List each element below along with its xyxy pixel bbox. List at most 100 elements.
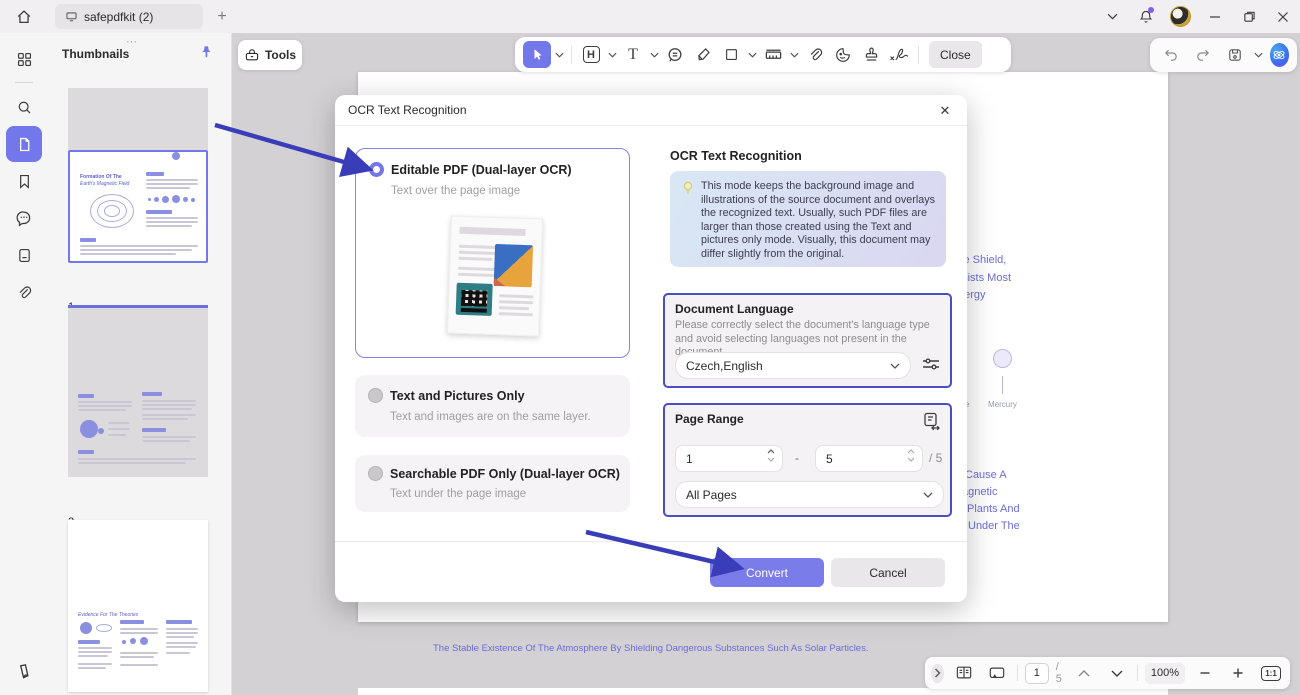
presentation-mode-button[interactable] bbox=[984, 660, 1010, 687]
zoom-in-button[interactable] bbox=[1225, 660, 1251, 687]
cursor-icon bbox=[530, 47, 545, 62]
convert-button[interactable]: Convert bbox=[710, 558, 824, 587]
zoom-out-button[interactable] bbox=[1192, 660, 1218, 687]
page-mode-select[interactable]: All Pages bbox=[675, 481, 944, 508]
page-to-input[interactable] bbox=[826, 446, 896, 471]
heading-tool-chevron[interactable] bbox=[606, 52, 618, 58]
text-tool-chevron[interactable] bbox=[648, 52, 660, 58]
signature-tool-button[interactable] bbox=[886, 41, 912, 68]
select-tool-button[interactable] bbox=[523, 41, 551, 68]
rail-item-comments[interactable] bbox=[6, 200, 42, 236]
option-text-pictures-only[interactable]: Text and Pictures Only Text and images a… bbox=[355, 375, 630, 437]
view-statusbar: / 5 100% 1:1 bbox=[925, 657, 1290, 689]
new-tab-button[interactable]: + bbox=[210, 4, 234, 29]
thumbnail-placeholder[interactable] bbox=[68, 88, 208, 150]
paperclip-icon bbox=[16, 284, 33, 301]
measure-tool-chevron[interactable] bbox=[788, 52, 800, 58]
notifications-button[interactable] bbox=[1129, 0, 1163, 33]
next-page-button[interactable] bbox=[1104, 660, 1130, 687]
minimize-button[interactable] bbox=[1198, 0, 1232, 33]
rail-item-bookmarks[interactable] bbox=[6, 163, 42, 199]
chevron-down-icon bbox=[890, 363, 900, 369]
language-select[interactable]: Czech,English bbox=[675, 352, 911, 379]
close-toolbar-button[interactable]: Close bbox=[929, 41, 982, 68]
option-searchable-pdf[interactable]: Searchable PDF Only (Dual-layer OCR) Tex… bbox=[355, 455, 630, 512]
stamp-tool-button[interactable] bbox=[858, 41, 884, 68]
tools-button[interactable]: Tools bbox=[238, 40, 302, 70]
panel-title: Thumbnails bbox=[62, 47, 129, 61]
rail-item-attachments[interactable] bbox=[6, 274, 42, 310]
comment-tool-button[interactable] bbox=[662, 41, 688, 68]
page-from-input[interactable] bbox=[686, 446, 756, 471]
page-total: / 5 bbox=[929, 451, 942, 465]
thumbnail-page-3[interactable]: Evidence For The Theories bbox=[68, 520, 208, 692]
thumbnail-page-2[interactable] bbox=[68, 305, 208, 477]
thumb1-title-line1: Formation Of The bbox=[80, 174, 122, 180]
current-page-input[interactable] bbox=[1025, 663, 1049, 684]
bookmark-icon bbox=[16, 173, 33, 190]
reading-mode-button[interactable] bbox=[951, 660, 977, 687]
thumb1-title-line2: Earth's Magnetic Field bbox=[80, 181, 129, 187]
sticker-tool-button[interactable] bbox=[830, 41, 856, 68]
radio-selected[interactable] bbox=[369, 162, 384, 177]
planet-circle bbox=[993, 349, 1012, 368]
redo-button[interactable] bbox=[1190, 42, 1216, 69]
expand-statusbar-button[interactable] bbox=[931, 664, 944, 683]
page-from-stepper[interactable] bbox=[767, 449, 775, 462]
page-to-stepper[interactable] bbox=[907, 449, 915, 462]
book-icon bbox=[955, 665, 973, 681]
heading-tool-button[interactable]: H bbox=[578, 41, 604, 68]
rail-item-search[interactable] bbox=[6, 89, 42, 125]
measure-tool-button[interactable] bbox=[760, 41, 786, 68]
restore-button[interactable] bbox=[1232, 0, 1266, 33]
titlebar-chevron-down-button[interactable] bbox=[1095, 0, 1129, 33]
rail-item-grid[interactable] bbox=[6, 41, 42, 77]
titlebar: safepdfkit (2) + bbox=[0, 0, 1300, 33]
option-editable-pdf[interactable]: Editable PDF (Dual-layer OCR) Text over … bbox=[355, 148, 630, 358]
pin-icon bbox=[199, 45, 213, 59]
page-range-icon[interactable] bbox=[922, 411, 941, 431]
pin-panel-button[interactable] bbox=[199, 45, 213, 59]
page-range-section: Page Range - / 5 All Pag bbox=[663, 403, 952, 517]
page-range-label: Page Range bbox=[675, 412, 744, 426]
highlighter-tool-button[interactable] bbox=[690, 41, 716, 68]
bulb-icon bbox=[682, 181, 694, 195]
notification-dot bbox=[1148, 7, 1154, 13]
user-avatar[interactable] bbox=[1170, 6, 1191, 27]
ai-atom-icon bbox=[1271, 47, 1287, 63]
document-tab[interactable]: safepdfkit (2) bbox=[55, 4, 203, 29]
shape-tool-button[interactable] bbox=[718, 41, 744, 68]
page-to-field bbox=[815, 445, 923, 472]
pen-mode-button[interactable] bbox=[6, 653, 42, 689]
zoom-level[interactable]: 100% bbox=[1145, 663, 1185, 684]
comment-bubble-icon bbox=[666, 46, 684, 64]
rail-item-thumbnails[interactable] bbox=[6, 126, 42, 162]
home-button[interactable] bbox=[10, 4, 38, 30]
heading-icon: H bbox=[583, 46, 600, 63]
range-separator: - bbox=[795, 451, 799, 465]
attach-tool-button[interactable] bbox=[802, 41, 828, 68]
radio-unselected[interactable] bbox=[368, 388, 383, 403]
cancel-button[interactable]: Cancel bbox=[831, 558, 945, 587]
thumbnail-page-1[interactable]: Formation Of The Earth's Magnetic Field bbox=[68, 150, 208, 263]
save-button[interactable] bbox=[1222, 42, 1248, 69]
illustration-photo bbox=[494, 244, 533, 287]
dialog-title: OCR Text Recognition bbox=[348, 103, 467, 117]
actual-size-button[interactable]: 1:1 bbox=[1258, 660, 1284, 687]
ocr-dialog: OCR Text Recognition ✕ Editable PDF (Dua… bbox=[335, 95, 967, 602]
text-tool-button[interactable]: T bbox=[620, 41, 646, 68]
undo-button[interactable] bbox=[1158, 42, 1184, 69]
close-window-button[interactable] bbox=[1266, 0, 1300, 33]
thumb3-title: Evidence For The Theories bbox=[78, 612, 138, 618]
save-chevron[interactable] bbox=[1254, 52, 1264, 58]
rail-item-pages[interactable] bbox=[6, 237, 42, 273]
language-settings-button[interactable] bbox=[920, 354, 942, 374]
thumbnails-panel: ⋯ Thumbnails Formation Of The Earth's Ma… bbox=[48, 33, 232, 695]
radio-unselected[interactable] bbox=[368, 466, 383, 481]
left-icon-rail bbox=[0, 33, 48, 695]
ai-assistant-button[interactable] bbox=[1270, 43, 1289, 67]
shape-tool-chevron[interactable] bbox=[746, 52, 758, 58]
dialog-close-button[interactable]: ✕ bbox=[935, 101, 955, 121]
select-tool-chevron[interactable] bbox=[553, 52, 565, 58]
previous-page-button[interactable] bbox=[1071, 660, 1097, 687]
